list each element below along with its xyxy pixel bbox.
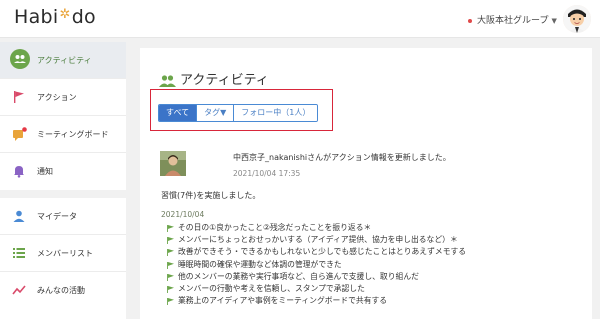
habit-list: その日の①良かったこと②残念だったことを振り返る＊ メンバーにちょっとおせっかい… <box>167 222 466 307</box>
flag-icon <box>167 225 174 232</box>
list-icon <box>12 246 26 260</box>
list-item: 業務上のアイディアや事例をミーティングボードで共有する <box>167 295 466 307</box>
trend-icon <box>12 283 26 297</box>
flag-icon <box>167 298 174 306</box>
activity-panel: アクティビティ すべて タグ▼ フォロー中（1人） 中西京子_nakanishi… <box>140 48 592 319</box>
tab-following[interactable]: フォロー中（1人） <box>234 105 318 121</box>
list-item: メンバーの行動や考えを信頼し、スタンプで承認した <box>167 283 466 295</box>
flag-icon <box>12 90 26 104</box>
caret-down-icon: ▼ <box>551 17 557 25</box>
flag-icon <box>167 249 174 257</box>
list-item: メンバーにちょっとおせっかいする（アイディア提供、協力を申し出るなど）＊ <box>167 234 466 246</box>
flag-icon <box>167 261 174 269</box>
post-summary: 習慣(7件)を実施しました。 <box>161 191 261 200</box>
person-icon <box>12 209 26 223</box>
post-timestamp: 2021/10/04 17:35 <box>233 169 301 178</box>
sidebar-item-notification[interactable]: 通知 <box>0 153 126 189</box>
post-author-avatar[interactable] <box>160 151 186 176</box>
sidebar-item-meeting-board[interactable]: ミーティングボード <box>0 116 126 152</box>
filter-tabs: すべて タグ▼ フォロー中（1人） <box>158 104 319 122</box>
habido-logo[interactable]: Habi✲do <box>14 6 96 28</box>
list-item: 改善ができそう・できるかもしれないと少しでも感じたことはとりあえずメモする <box>167 246 466 258</box>
org-label: 大阪本社グループ <box>477 16 549 26</box>
sidebar-item-everyone-activity[interactable]: みんなの活動 <box>0 272 126 308</box>
people-icon <box>10 49 30 69</box>
user-avatar[interactable] <box>563 5 591 33</box>
people-icon <box>159 72 176 87</box>
list-item: 他のメンバーの業務や実行事項など、自ら進んで支援し、取り組んだ <box>167 271 466 283</box>
sidebar-item-activity[interactable]: アクティビティ <box>0 42 126 78</box>
org-selector[interactable]: 大阪本社グループ ▼ <box>468 13 557 26</box>
page-title: アクティビティ <box>180 73 269 88</box>
sidebar-item-action[interactable]: アクション <box>0 79 126 115</box>
post-date: 2021/10/04 <box>161 210 205 219</box>
list-item: 睡眠時間の確保や運動など体調の管理ができた <box>167 259 466 271</box>
tab-tag[interactable]: タグ▼ <box>197 105 235 121</box>
sidebar: アクティビティ アクション ミーティングボード 通知 マイデータ メンバーリスト <box>0 42 126 319</box>
status-dot <box>468 18 472 23</box>
tab-all[interactable]: すべて <box>159 105 198 121</box>
bell-icon <box>12 164 26 178</box>
sidebar-item-member-list[interactable]: メンバーリスト <box>0 235 126 271</box>
list-item: その日の①良かったこと②残念だったことを振り返る＊ <box>167 222 466 234</box>
flag-icon <box>167 237 174 245</box>
chat-icon <box>12 127 27 141</box>
post-headline: 中西京子_nakanishiさんがアクション情報を更新しました。 <box>233 153 451 162</box>
flag-icon <box>167 285 174 293</box>
sidebar-item-my-data[interactable]: マイデータ <box>0 198 126 234</box>
flag-icon <box>167 273 174 281</box>
top-header: Habi✲do 大阪本社グループ ▼ <box>0 0 600 38</box>
